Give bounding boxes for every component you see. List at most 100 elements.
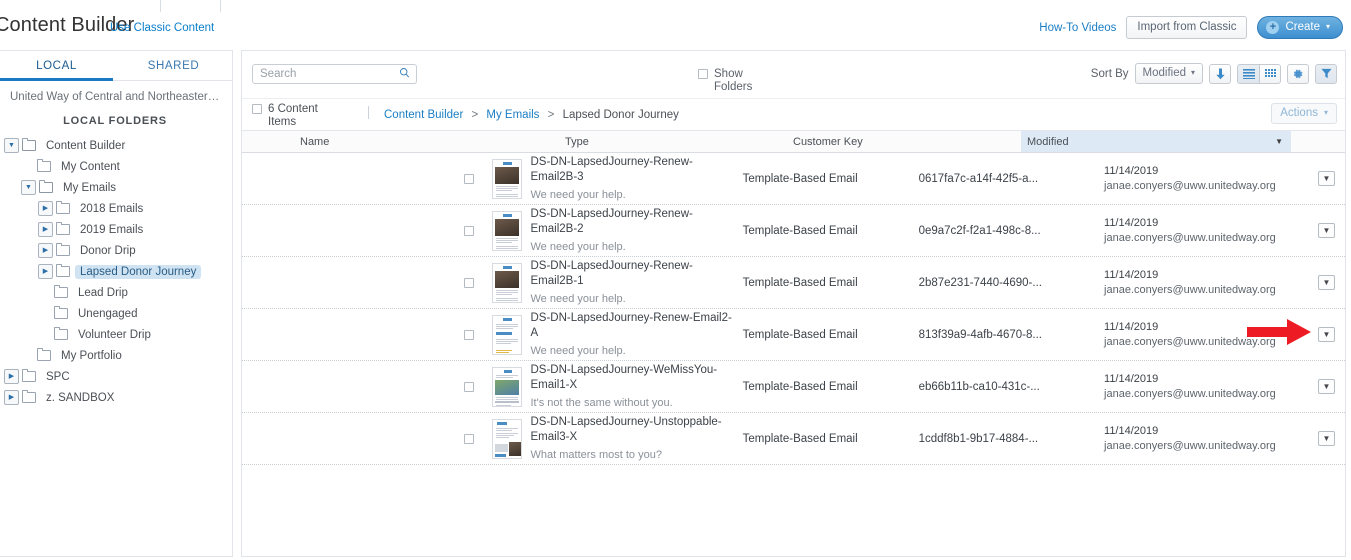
tree-item-label: Volunteer Drip bbox=[78, 328, 151, 341]
table-row[interactable]: DS-DN-LapsedJourney-WeMissYou-Email1-X It… bbox=[242, 361, 1345, 413]
row-checkbox[interactable] bbox=[464, 330, 475, 340]
tree-item-content-builder[interactable]: ▼ Content Builder bbox=[0, 135, 232, 156]
tab-local[interactable]: LOCAL bbox=[0, 51, 115, 81]
arrow-down-icon bbox=[1215, 68, 1225, 79]
row-checkbox[interactable] bbox=[464, 382, 475, 392]
table-row[interactable]: DS-DN-LapsedJourney-Unstoppable-Email3-X… bbox=[242, 413, 1345, 465]
twisty-collapsed-icon[interactable]: ▶ bbox=[38, 243, 53, 258]
twisty-collapsed-icon[interactable]: ▶ bbox=[4, 369, 19, 384]
search-input[interactable] bbox=[252, 64, 417, 84]
modified-by: janae.conyers@uww.unitedway.org bbox=[1104, 231, 1276, 244]
email-thumbnail[interactable] bbox=[491, 366, 522, 407]
content-item-name[interactable]: DS-DN-LapsedJourney-Renew-Email2-A bbox=[531, 311, 733, 341]
use-classic-content-link[interactable]: Use Classic Content bbox=[110, 22, 214, 34]
row-checkbox[interactable] bbox=[464, 226, 475, 236]
column-header-modified[interactable]: Modified ▼ bbox=[1021, 131, 1291, 152]
tree-item-lead-drip[interactable]: Lead Drip bbox=[0, 282, 232, 303]
content-item-name[interactable]: DS-DN-LapsedJourney-Renew-Email2B-3 bbox=[531, 155, 733, 185]
sort-by-select[interactable]: Modified ▾ bbox=[1134, 63, 1203, 84]
filter-icon bbox=[1320, 68, 1332, 79]
row-menu-button[interactable]: ▼ bbox=[1318, 275, 1336, 290]
show-folders-toggle[interactable]: Show Folders bbox=[698, 68, 762, 94]
folder-icon bbox=[56, 222, 70, 235]
column-header-customer-key[interactable]: Customer Key bbox=[793, 131, 1021, 152]
tree-item-label: My Emails bbox=[63, 181, 117, 194]
twisty-collapsed-icon[interactable]: ▶ bbox=[4, 390, 19, 405]
row-menu-button[interactable]: ▼ bbox=[1318, 379, 1336, 394]
row-checkbox[interactable] bbox=[464, 174, 475, 184]
folder-icon bbox=[22, 369, 36, 382]
row-thumbnail-cell bbox=[483, 158, 531, 199]
column-header-type[interactable]: Type bbox=[565, 131, 793, 152]
sort-direction-button[interactable] bbox=[1209, 63, 1231, 84]
modified-by: janae.conyers@uww.unitedway.org bbox=[1104, 439, 1276, 452]
tree-item-z-sandbox[interactable]: ▶ z. SANDBOX bbox=[0, 387, 232, 408]
column-header-name[interactable]: Name bbox=[300, 131, 565, 152]
breadcrumb-item-content-builder[interactable]: Content Builder bbox=[384, 109, 463, 121]
settings-button[interactable] bbox=[1287, 63, 1309, 84]
folder-icon bbox=[37, 159, 51, 172]
breadcrumb-item-my-emails[interactable]: My Emails bbox=[486, 109, 539, 121]
twisty-expanded-icon[interactable]: ▼ bbox=[21, 180, 36, 195]
list-view-button[interactable] bbox=[1237, 63, 1259, 84]
twisty-collapsed-icon[interactable]: ▶ bbox=[38, 264, 53, 279]
row-menu-button[interactable]: ▼ bbox=[1318, 431, 1336, 446]
twisty-collapsed-icon[interactable]: ▶ bbox=[38, 222, 53, 237]
tab-shared[interactable]: SHARED bbox=[115, 51, 232, 80]
tree-item-donor-drip[interactable]: ▶ Donor Drip bbox=[0, 240, 232, 261]
tree-item-my-content[interactable]: My Content bbox=[0, 156, 232, 177]
content-item-name[interactable]: DS-DN-LapsedJourney-Renew-Email2B-2 bbox=[531, 207, 733, 237]
row-name-cell: DS-DN-LapsedJourney-Renew-Email2-A We nee… bbox=[531, 311, 743, 358]
email-thumbnail[interactable] bbox=[491, 210, 522, 251]
table-row[interactable]: DS-DN-LapsedJourney-Renew-Email2B-2 We ne… bbox=[242, 205, 1345, 257]
tree-item-spc[interactable]: ▶ SPC bbox=[0, 366, 232, 387]
content-panel: Show Folders Sort By Modified ▾ bbox=[241, 50, 1346, 557]
create-button[interactable]: + Create ▾ bbox=[1257, 16, 1343, 39]
breadcrumb-separator: > bbox=[471, 109, 479, 121]
row-menu-button[interactable]: ▼ bbox=[1318, 223, 1336, 238]
row-checkbox[interactable] bbox=[464, 434, 475, 444]
tree-item-my-portfolio[interactable]: My Portfolio bbox=[0, 345, 232, 366]
content-item-type: Template-Based Email bbox=[742, 224, 858, 237]
content-item-type: Template-Based Email bbox=[742, 380, 858, 393]
tree-item-lapsed-donor-journey[interactable]: ▶ Lapsed Donor Journey bbox=[0, 261, 232, 282]
grid-view-button[interactable] bbox=[1259, 63, 1281, 84]
content-items-count[interactable]: 6 Content Items bbox=[252, 103, 322, 129]
email-thumbnail[interactable] bbox=[491, 418, 522, 459]
content-item-name[interactable]: DS-DN-LapsedJourney-Unstoppable-Email3-X bbox=[531, 415, 733, 445]
tree-item-2018-emails[interactable]: ▶ 2018 Emails bbox=[0, 198, 232, 219]
table-row[interactable]: DS-DN-LapsedJourney-Renew-Email2-A We nee… bbox=[242, 309, 1345, 361]
tree-item-2019-emails[interactable]: ▶ 2019 Emails bbox=[0, 219, 232, 240]
row-actions-cell: ▼ bbox=[1318, 327, 1345, 342]
email-thumbnail[interactable] bbox=[491, 314, 522, 355]
row-menu-button[interactable]: ▼ bbox=[1318, 171, 1336, 186]
how-to-videos-link[interactable]: How-To Videos bbox=[1039, 22, 1116, 34]
top-divider-tick-2 bbox=[220, 0, 221, 12]
email-thumbnail[interactable] bbox=[491, 262, 522, 303]
row-menu-button[interactable]: ▼ bbox=[1318, 327, 1336, 342]
row-checkbox-cell bbox=[456, 225, 483, 236]
twisty-collapsed-icon[interactable]: ▶ bbox=[38, 201, 53, 216]
import-from-classic-button[interactable]: Import from Classic bbox=[1126, 16, 1248, 39]
row-name-cell: DS-DN-LapsedJourney-Renew-Email2B-1 We ne… bbox=[531, 259, 743, 306]
tree-item-volunteer-drip[interactable]: Volunteer Drip bbox=[0, 324, 232, 345]
row-checkbox[interactable] bbox=[464, 278, 475, 288]
twisty-placeholder bbox=[21, 160, 34, 173]
row-name-cell: DS-DN-LapsedJourney-WeMissYou-Email1-X It… bbox=[531, 363, 743, 410]
table-row[interactable]: DS-DN-LapsedJourney-Renew-Email2B-1 We ne… bbox=[242, 257, 1345, 309]
email-thumbnail[interactable] bbox=[491, 158, 522, 199]
actions-button[interactable]: Actions ▾ bbox=[1271, 103, 1337, 124]
table-row[interactable]: DS-DN-LapsedJourney-Renew-Email2B-3 We ne… bbox=[242, 153, 1345, 205]
tree-item-my-emails[interactable]: ▼ My Emails bbox=[0, 177, 232, 198]
filter-button[interactable] bbox=[1315, 63, 1337, 84]
tree-item-unengaged[interactable]: Unengaged bbox=[0, 303, 232, 324]
tree-item-label: Lapsed Donor Journey bbox=[75, 264, 202, 279]
content-item-name[interactable]: DS-DN-LapsedJourney-WeMissYou-Email1-X bbox=[531, 363, 733, 393]
show-folders-checkbox[interactable] bbox=[698, 69, 708, 79]
search-icon[interactable] bbox=[399, 67, 411, 79]
twisty-expanded-icon[interactable]: ▼ bbox=[4, 138, 19, 153]
content-item-name[interactable]: DS-DN-LapsedJourney-Renew-Email2B-1 bbox=[531, 259, 733, 289]
show-folders-label: Show Folders bbox=[714, 68, 753, 93]
row-actions-cell: ▼ bbox=[1318, 431, 1345, 446]
select-all-checkbox[interactable] bbox=[252, 104, 262, 114]
